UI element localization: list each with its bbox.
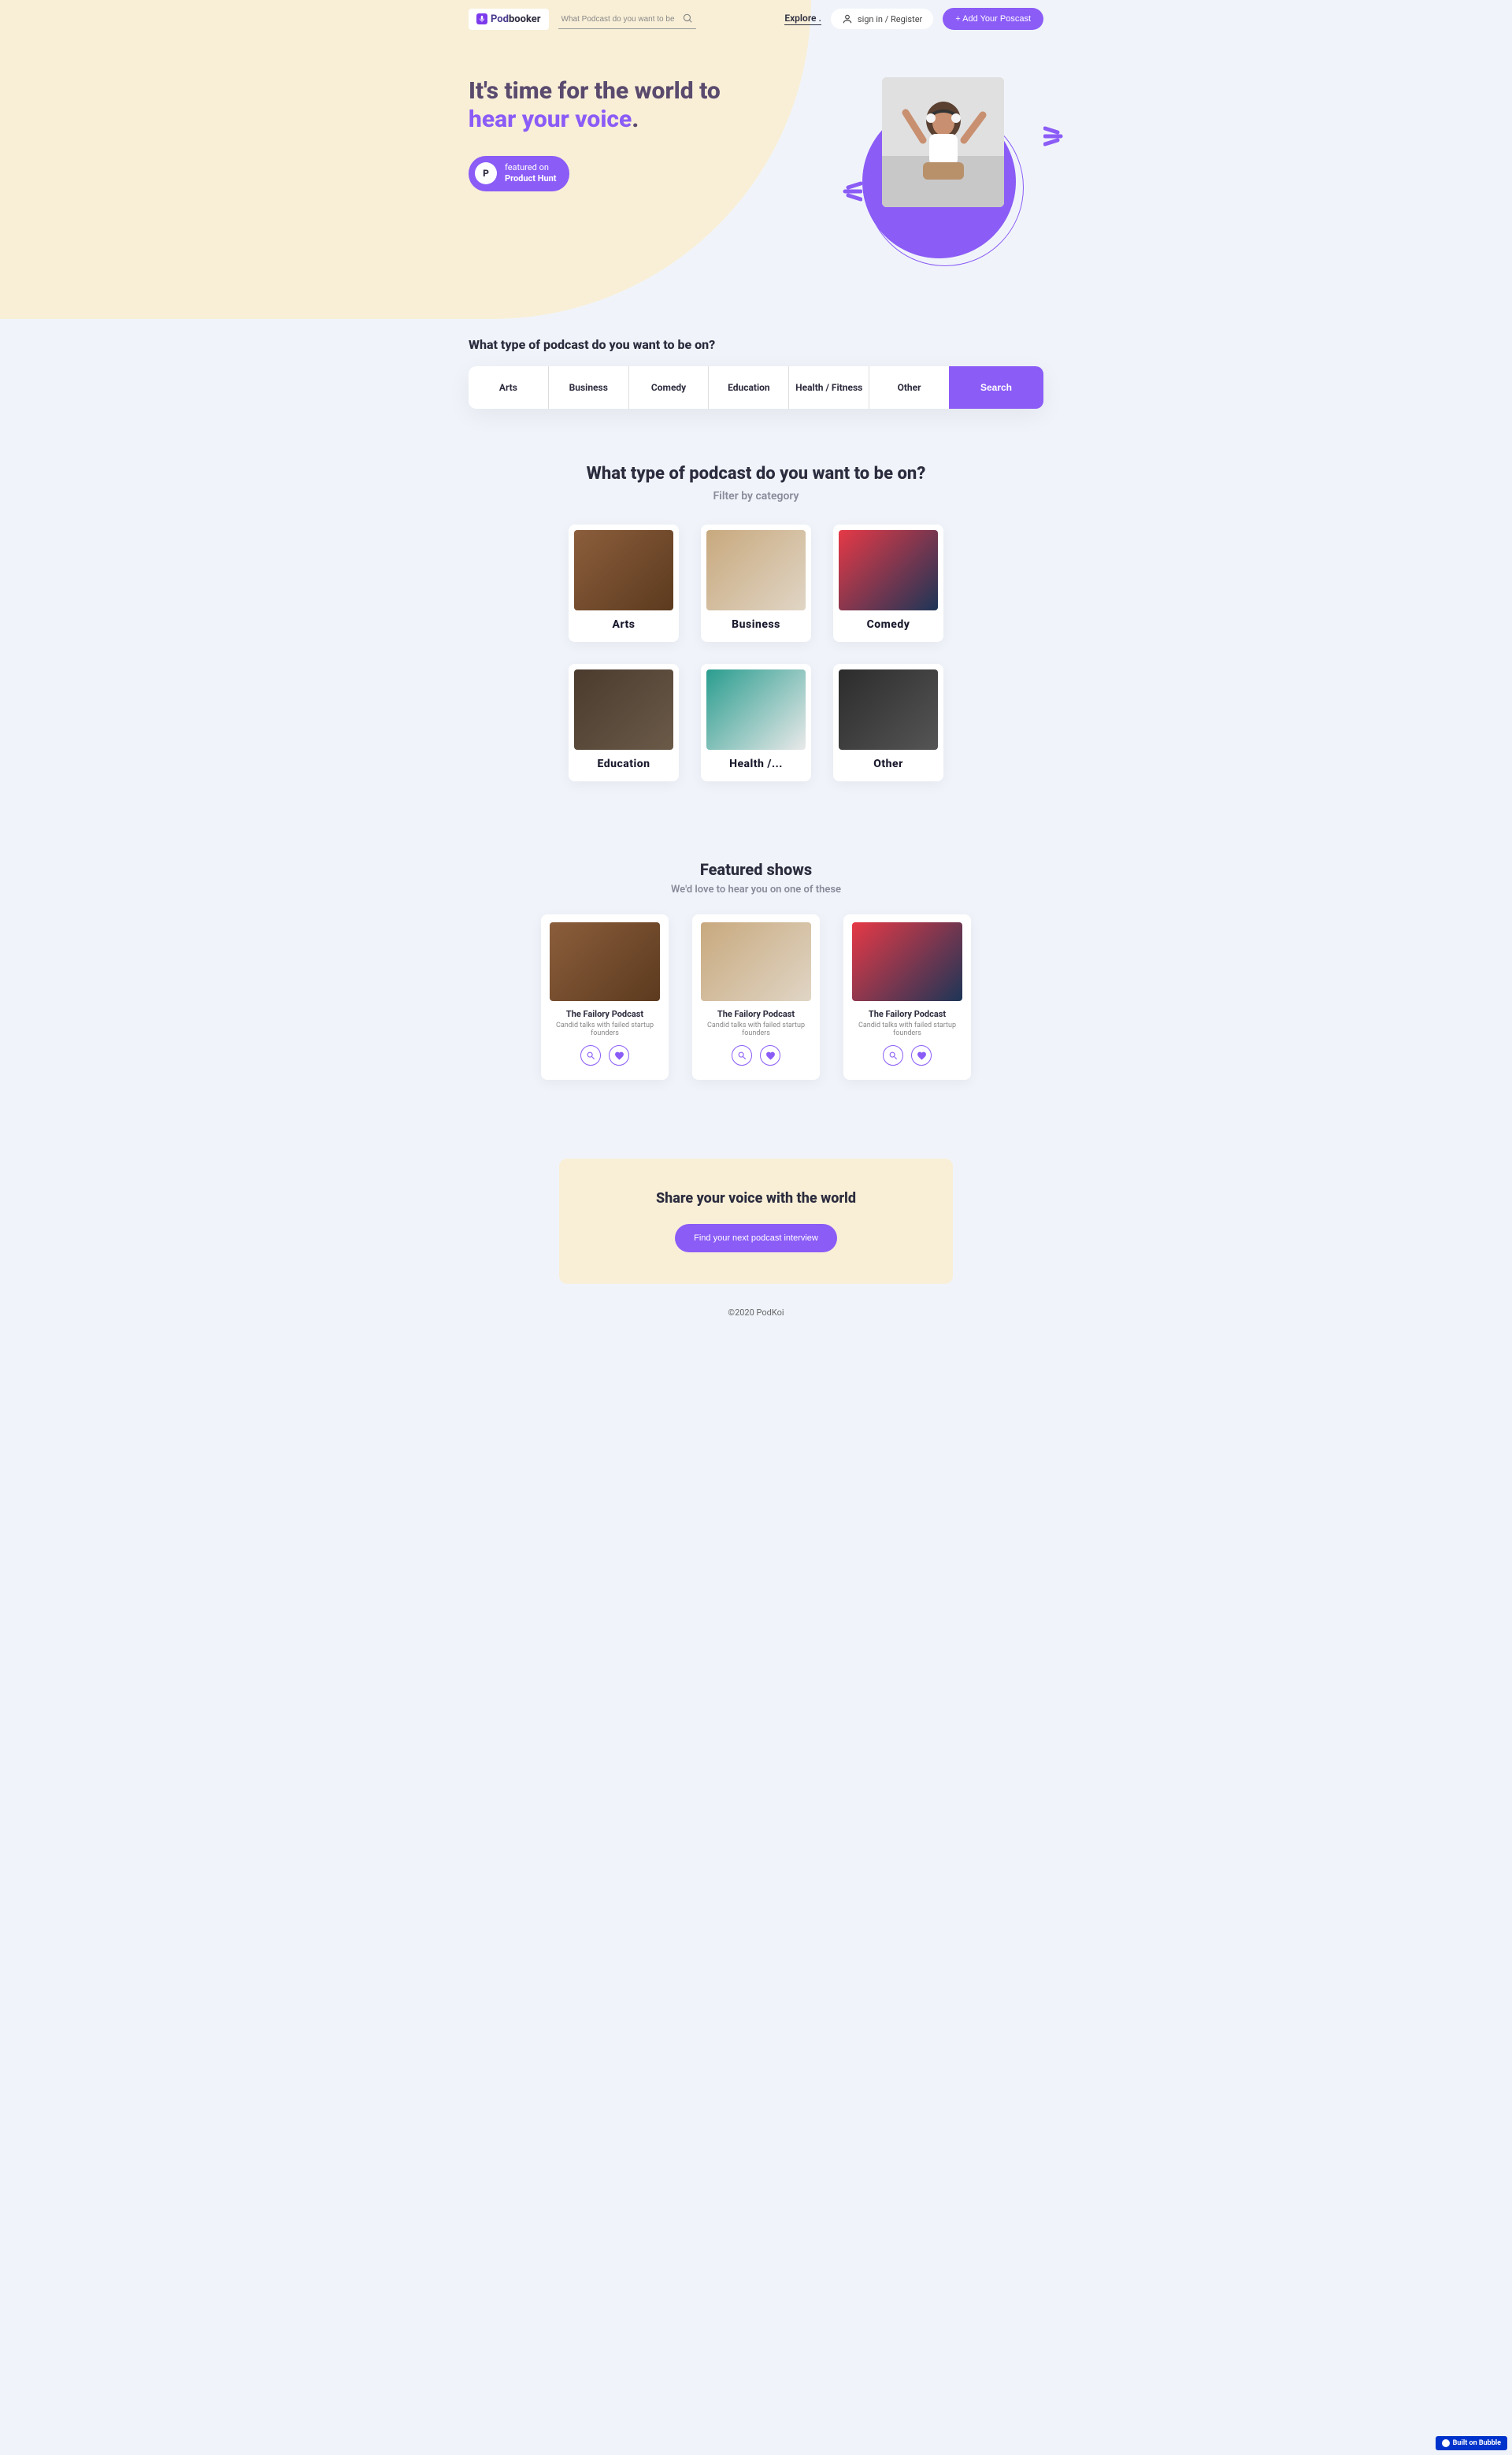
heart-icon: [917, 1051, 927, 1061]
favorite-button[interactable]: [609, 1045, 629, 1066]
bubble-icon: [1442, 2439, 1450, 2447]
topbar-search: [558, 9, 696, 29]
show-desc: Candid talks with failed startup founder…: [851, 1022, 963, 1037]
card-label: Other: [839, 758, 938, 770]
card-other[interactable]: Other: [833, 664, 943, 781]
card-comedy[interactable]: Comedy: [833, 525, 943, 642]
heart-icon: [614, 1051, 624, 1061]
spark-icon: [839, 180, 862, 203]
card-image: [706, 530, 806, 610]
heart-icon: [765, 1051, 776, 1061]
card-label: Health /...: [706, 758, 806, 770]
card-business[interactable]: Business: [701, 525, 811, 642]
card-health[interactable]: Health /...: [701, 664, 811, 781]
card-label: Business: [706, 618, 806, 631]
category-other[interactable]: Other: [869, 366, 949, 409]
card-image: [706, 669, 806, 750]
card-image: [839, 669, 938, 750]
category-education[interactable]: Education: [709, 366, 789, 409]
cta-button[interactable]: Find your next podcast interview: [675, 1224, 837, 1252]
show-image: [701, 922, 811, 1001]
search-icon: [586, 1051, 596, 1061]
featured-subtitle: We'd love to hear you on one of these: [469, 884, 1043, 896]
bubble-badge[interactable]: Built on Bubble: [1436, 2436, 1507, 2450]
logo-icon: [476, 13, 487, 24]
hero-headline: It's time for the world to hear your voi…: [469, 77, 721, 134]
favorite-button[interactable]: [911, 1045, 932, 1066]
card-label: Comedy: [839, 618, 938, 631]
show-desc: Candid talks with failed startup founder…: [700, 1022, 812, 1037]
card-image: [839, 530, 938, 610]
category-grid: Arts Business Comedy Education Health /.…: [469, 525, 1043, 781]
show-card: The Failory Podcast Candid talks with fa…: [692, 914, 820, 1080]
search-icon: [888, 1051, 899, 1061]
search-input[interactable]: [558, 10, 696, 29]
card-image: [574, 669, 673, 750]
show-desc: Candid talks with failed startup founder…: [549, 1022, 661, 1037]
bubble-label: Built on Bubble: [1453, 2439, 1501, 2447]
logo-text: Podbooker: [491, 13, 541, 25]
category-search-button[interactable]: Search: [949, 366, 1043, 409]
product-hunt-badge[interactable]: P featured on Product Hunt: [469, 156, 569, 191]
view-button[interactable]: [580, 1045, 601, 1066]
topbar: Podbooker Explore . sign in / Register +…: [469, 0, 1043, 30]
show-title: The Failory Podcast: [549, 1009, 661, 1019]
card-image: [574, 530, 673, 610]
card-education[interactable]: Education: [569, 664, 679, 781]
view-button[interactable]: [883, 1045, 903, 1066]
search-icon: [682, 13, 693, 24]
footer-copyright: ©2020 PodKoi: [469, 1284, 1043, 1341]
filter-title: What type of podcast do you want to be o…: [469, 464, 1043, 484]
filter-subtitle: Filter by category: [469, 490, 1043, 502]
show-card: The Failory Podcast Candid talks with fa…: [843, 914, 971, 1080]
show-title: The Failory Podcast: [700, 1009, 812, 1019]
hero: It's time for the world to hear your voi…: [469, 30, 1043, 258]
category-prompt: What type of podcast do you want to be o…: [469, 337, 1043, 366]
search-icon: [737, 1051, 747, 1061]
show-card: The Failory Podcast Candid talks with fa…: [541, 914, 669, 1080]
logo[interactable]: Podbooker: [469, 9, 549, 30]
show-title: The Failory Podcast: [851, 1009, 963, 1019]
category-comedy[interactable]: Comedy: [629, 366, 710, 409]
category-arts[interactable]: Arts: [469, 366, 549, 409]
featured-title: Featured shows: [469, 860, 1043, 879]
ph-circle: P: [475, 162, 497, 184]
card-label: Arts: [574, 618, 673, 631]
spark-icon: [1043, 124, 1067, 148]
view-button[interactable]: [732, 1045, 752, 1066]
signin-button[interactable]: sign in / Register: [831, 9, 933, 29]
category-bar: Arts Business Comedy Education Health / …: [469, 366, 1043, 409]
show-image: [550, 922, 660, 1001]
explore-link[interactable]: Explore .: [784, 13, 821, 25]
add-podcast-button[interactable]: + Add Your Poscast: [943, 8, 1043, 30]
category-health-fitness[interactable]: Health / Fitness: [789, 366, 869, 409]
card-arts[interactable]: Arts: [569, 525, 679, 642]
ph-text: featured on Product Hunt: [505, 162, 557, 185]
hero-text: It's time for the world to hear your voi…: [469, 77, 721, 191]
hero-image: [870, 77, 1051, 258]
card-label: Education: [574, 758, 673, 770]
favorite-button[interactable]: [760, 1045, 780, 1066]
featured-grid: The Failory Podcast Candid talks with fa…: [469, 914, 1043, 1080]
cta-title: Share your voice with the world: [591, 1190, 921, 1207]
show-image: [852, 922, 962, 1001]
category-business[interactable]: Business: [549, 366, 629, 409]
signin-label: sign in / Register: [858, 14, 922, 24]
user-icon: [842, 13, 853, 24]
cta-box: Share your voice with the world Find you…: [559, 1159, 953, 1284]
